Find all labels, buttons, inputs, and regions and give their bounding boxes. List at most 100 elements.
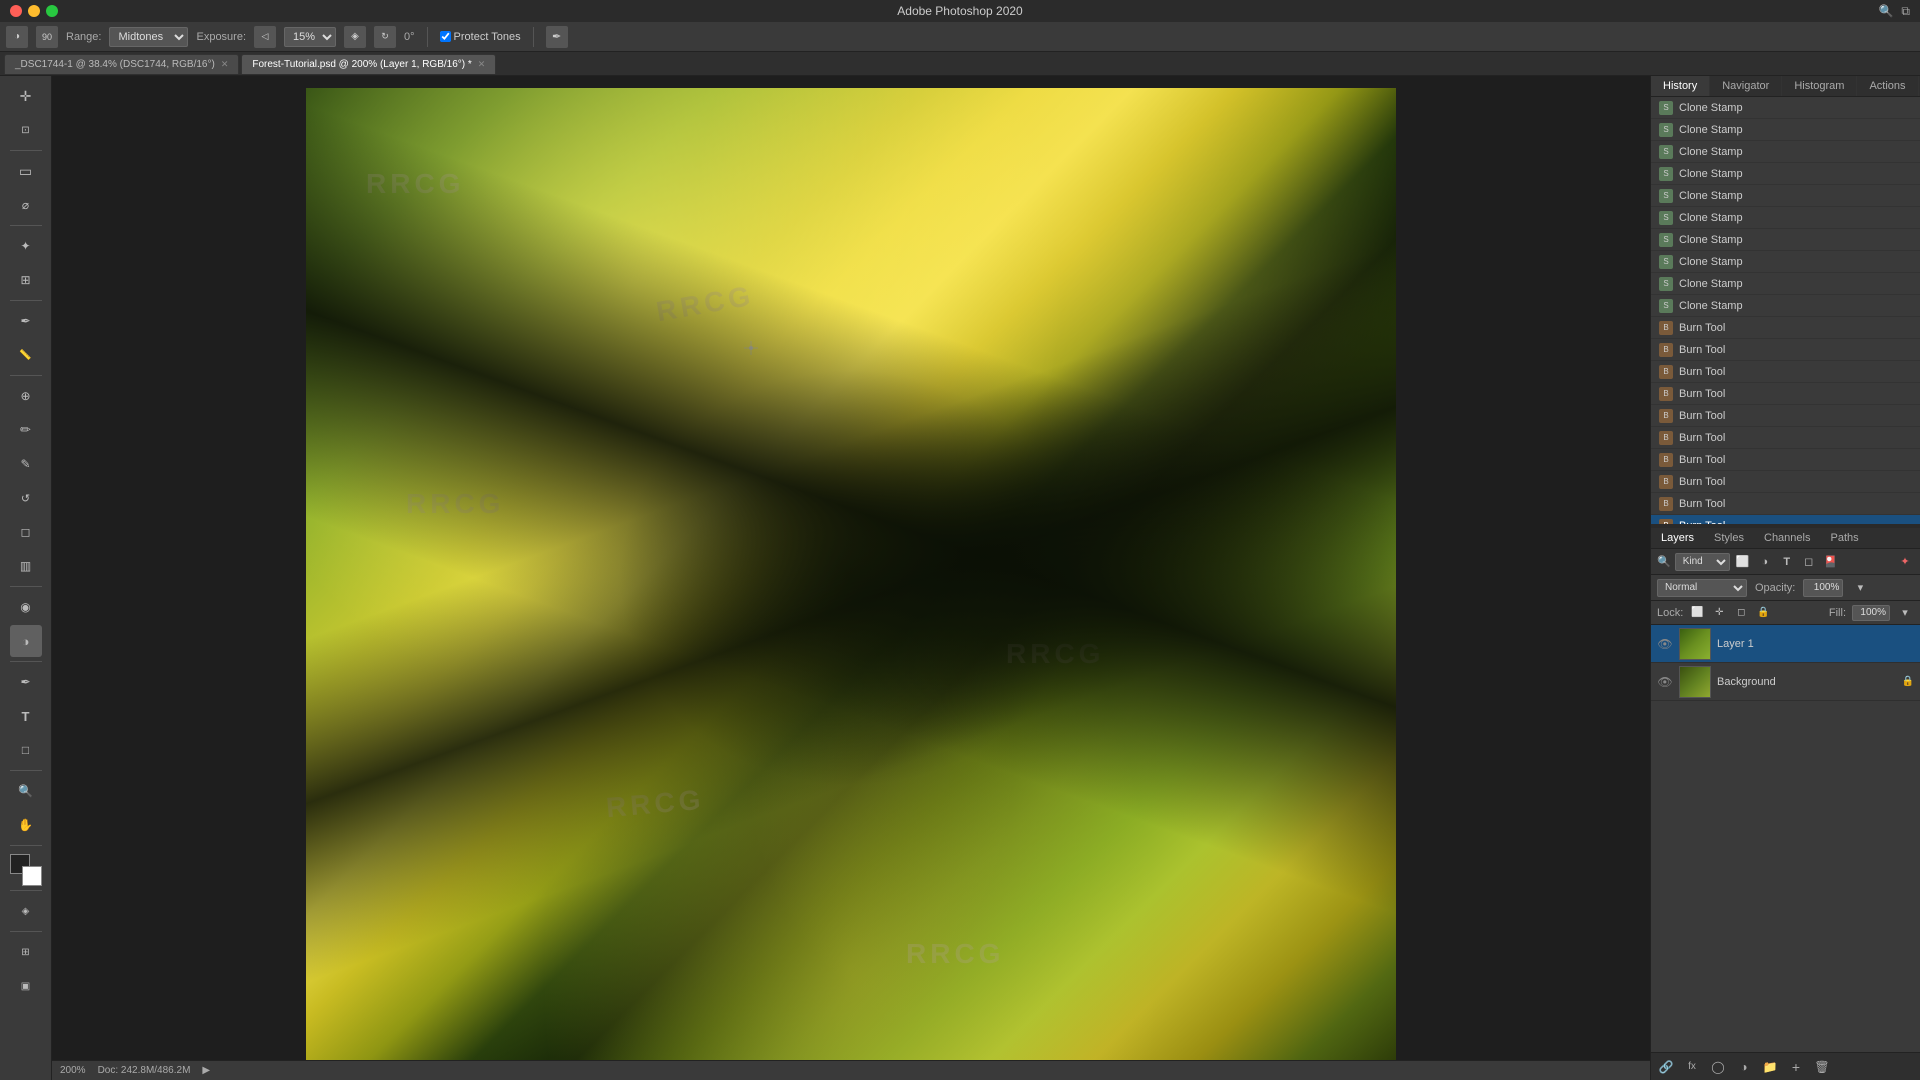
fill-dropdown-icon[interactable]: ▾ [1896,604,1914,622]
background-visibility[interactable]: 👁 [1657,674,1673,690]
link-layers-btn[interactable]: 🔗 [1657,1058,1675,1076]
healing-btn[interactable]: ⊕ [10,380,42,412]
history-item-h8[interactable]: SClone Stamp [1651,251,1920,273]
minimize-button[interactable] [28,5,40,17]
history-tab[interactable]: History [1651,76,1710,96]
arrange-icon[interactable]: ⧉ [1901,4,1910,19]
navigator-tab[interactable]: Navigator [1710,76,1782,96]
zoom-btn[interactable]: 🔍 [10,775,42,807]
tab-forest[interactable]: Forest-Tutorial.psd @ 200% (Layer 1, RGB… [241,54,496,74]
history-item-h16[interactable]: BBurn Tool [1651,427,1920,449]
add-adjustment-btn[interactable]: ◑ [1735,1058,1753,1076]
tab-dsc1744-close[interactable]: ✕ [221,59,229,70]
protect-tones-input[interactable] [440,31,451,42]
pen-btn[interactable]: ✒ [10,666,42,698]
opacity-dropdown-icon[interactable]: ▾ [1851,579,1869,597]
filter-toggle-icon[interactable]: ✦ [1896,553,1914,571]
shape-btn[interactable]: □ [10,734,42,766]
hand-btn[interactable]: ✋ [10,809,42,841]
lasso-tool-btn[interactable]: ⌀ [10,189,42,221]
history-item-h12[interactable]: BBurn Tool [1651,339,1920,361]
color-swatch[interactable] [10,854,42,886]
add-style-btn[interactable]: fx [1683,1058,1701,1076]
airbrush-icon[interactable]: ✒ [546,26,568,48]
lock-pixels-icon[interactable]: ⬜ [1689,605,1705,621]
new-layer-btn[interactable]: + [1787,1058,1805,1076]
search-icon[interactable]: 🔍 [1878,4,1893,18]
history-item-h20[interactable]: BBurn Tool [1651,515,1920,524]
background-color[interactable] [22,866,42,886]
artboard-tool-btn[interactable]: ⊡ [10,114,42,146]
crop-tool-btn[interactable]: ⊞ [10,264,42,296]
brush-btn[interactable]: ✏ [10,414,42,446]
history-item-h11[interactable]: BBurn Tool [1651,317,1920,339]
history-item-h5[interactable]: SClone Stamp [1651,185,1920,207]
clone-stamp-btn[interactable]: ✎ [10,448,42,480]
exposure-slider-icon[interactable]: ◁ [254,26,276,48]
smart-filter-icon[interactable]: 🎴 [1822,553,1840,571]
dodge-burn-btn[interactable]: ◑ [10,625,42,657]
magic-wand-btn[interactable]: ✦ [10,230,42,262]
layer1-visibility[interactable]: 👁 [1657,636,1673,652]
pixel-filter-icon[interactable]: ⬜ [1734,553,1752,571]
type-filter-icon[interactable]: T [1778,553,1796,571]
history-item-h2[interactable]: SClone Stamp [1651,119,1920,141]
history-item-h18[interactable]: BBurn Tool [1651,471,1920,493]
kind-filter-select[interactable]: Kind Name Effect [1675,553,1730,571]
eyedropper-btn[interactable]: ✒ [10,305,42,337]
layers-tab-styles[interactable]: Styles [1704,528,1754,548]
move-tool-btn[interactable]: ✛ [10,80,42,112]
close-button[interactable] [10,5,22,17]
opacity-input[interactable] [1803,579,1843,597]
lock-all-icon[interactable]: 🔒 [1755,605,1771,621]
blur-btn[interactable]: ◉ [10,591,42,623]
range-select[interactable]: Midtones Shadows Highlights [109,27,188,47]
history-item-h3[interactable]: SClone Stamp [1651,141,1920,163]
history-item-h1[interactable]: SClone Stamp [1651,97,1920,119]
vector-filter-icon[interactable]: ◻ [1800,553,1818,571]
search-layers-icon[interactable]: 🔍 [1657,555,1671,568]
fill-input[interactable] [1852,605,1890,621]
arrow-btn[interactable]: ▶ [202,1065,210,1076]
ruler-btn[interactable]: 📏 [10,339,42,371]
maximize-button[interactable] [46,5,58,17]
history-item-h4[interactable]: SClone Stamp [1651,163,1920,185]
layers-tab-layers[interactable]: Layers [1651,528,1704,548]
angle-icon[interactable]: ↻ [374,26,396,48]
protect-tones-checkbox[interactable]: Protect Tones [440,31,521,43]
history-item-h19[interactable]: BBurn Tool [1651,493,1920,515]
create-group-btn[interactable]: 📁 [1761,1058,1779,1076]
quick-mask-btn[interactable]: ◈ [10,895,42,927]
history-item-h14[interactable]: BBurn Tool [1651,383,1920,405]
tab-forest-close[interactable]: ✕ [478,59,486,70]
histogram-tab[interactable]: Histogram [1782,76,1857,96]
layer-item-background[interactable]: 👁 Background 🔒 [1651,663,1920,701]
gradient-btn[interactable]: ▥ [10,550,42,582]
lock-artboard-icon[interactable]: ◻ [1733,605,1749,621]
history-item-h9[interactable]: SClone Stamp [1651,273,1920,295]
actions-tab[interactable]: Actions [1857,76,1918,96]
history-item-h7[interactable]: SClone Stamp [1651,229,1920,251]
tab-dsc1744[interactable]: _DSC1744-1 @ 38.4% (DSC1744, RGB/16°) ✕ [4,54,239,74]
brush-size-icon[interactable]: 90 [36,26,58,48]
history-item-h6[interactable]: SClone Stamp [1651,207,1920,229]
layers-tab-paths[interactable]: Paths [1820,528,1868,548]
lock-position-icon[interactable]: ✛ [1711,605,1727,621]
add-mask-btn[interactable]: ◯ [1709,1058,1727,1076]
layer-item-layer1[interactable]: 👁 Layer 1 [1651,625,1920,663]
canvas-area[interactable]: RRCG RRCG RRCG RRCG RRCG RRCG 200% Doc: … [52,76,1650,1080]
screen-mode-btn[interactable]: ⊞ [10,936,42,968]
delete-layer-btn[interactable]: 🗑 [1813,1058,1831,1076]
history-item-h10[interactable]: SClone Stamp [1651,295,1920,317]
frame-btn[interactable]: ▣ [10,970,42,1002]
history-item-h17[interactable]: BBurn Tool [1651,449,1920,471]
history-item-h13[interactable]: BBurn Tool [1651,361,1920,383]
type-btn[interactable]: T [10,700,42,732]
history-brush-btn[interactable]: ↺ [10,482,42,514]
eraser-btn[interactable]: ◻ [10,516,42,548]
exposure-picker-icon[interactable]: ◈ [344,26,366,48]
exposure-value[interactable]: 15% 10% 20% [284,27,336,47]
blend-mode-select[interactable]: Normal Multiply Screen Overlay [1657,579,1747,597]
history-item-h15[interactable]: BBurn Tool [1651,405,1920,427]
marquee-tool-btn[interactable]: ▭ [10,155,42,187]
